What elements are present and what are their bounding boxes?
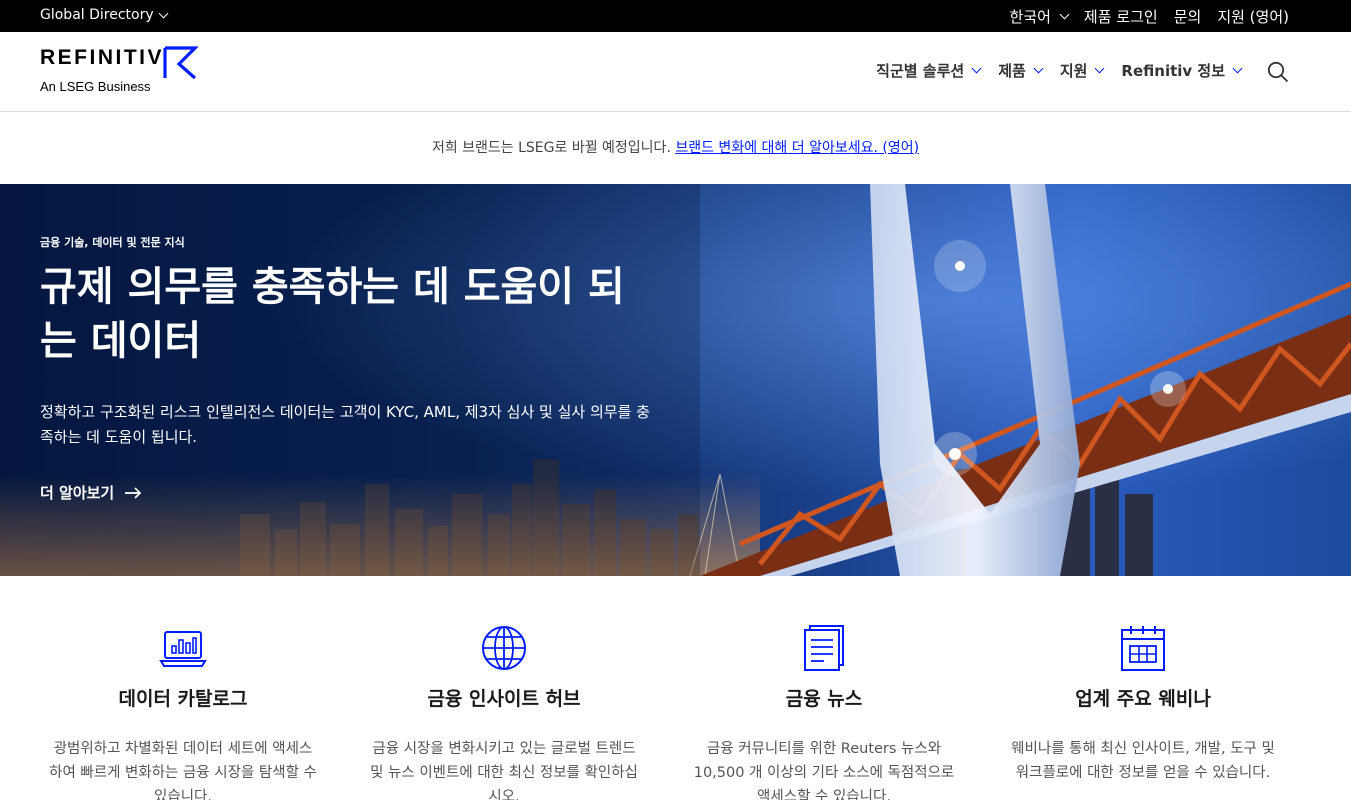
nav-about-refinitiv[interactable]: Refinitiv 정보 [1121, 60, 1243, 81]
refinitiv-logo[interactable]: REFINITIV An LSEG Business [40, 46, 198, 94]
bridge-city-image [0, 184, 1351, 576]
nav-support[interactable]: 지원 [1059, 60, 1105, 81]
feature-text: 웨비나를 통해 최신 인사이트, 개발, 도구 및 워크플로에 대한 정보를 얻… [1011, 741, 1275, 781]
search-icon[interactable] [1267, 61, 1289, 83]
feature-cards: 데이터 카탈로그 광범위하고 차별화된 데이터 세트에 액세스하여 빠르게 변화… [0, 576, 1351, 800]
hero-eyebrow: 금융 기술, 데이터 및 전문 지식 [40, 236, 185, 249]
chevron-down-icon [1033, 63, 1044, 74]
language-selector[interactable]: 한국어 [1009, 6, 1070, 27]
nav-label: 지원 [1059, 62, 1088, 80]
nav-products[interactable]: 제품 [998, 60, 1044, 81]
site-header: REFINITIV An LSEG Business 직군별 솔루션 제품 지원… [0, 32, 1351, 112]
feature-title: 업계 주요 웨비나 [1075, 688, 1211, 710]
arrow-right-icon [125, 486, 142, 499]
feature-data-catalog[interactable]: 데이터 카탈로그 광범위하고 차별화된 데이터 세트에 액세스하여 빠르게 변화… [43, 624, 323, 800]
brand-change-link[interactable]: 브랜드 변화에 대해 더 알아보세요. (영어) [675, 140, 919, 156]
logo-wordmark: REFINITIV [40, 46, 165, 69]
feature-insight-hub[interactable]: 금융 인사이트 허브 금융 시장을 변화시키고 있는 글로벌 트렌드 및 뉴스 … [364, 624, 644, 800]
hero-description: 정확하고 구조화된 리스크 인텔리전스 데이터는 고객이 KYC, AML, 제… [40, 403, 650, 446]
learn-more-label: 더 알아보기 [40, 484, 115, 502]
language-label: 한국어 [1009, 8, 1051, 26]
feature-text: 금융 시장을 변화시키고 있는 글로벌 트렌드 및 뉴스 이벤트에 대한 최신 … [370, 741, 638, 800]
logo-subtitle: An LSEG Business [40, 79, 151, 94]
calendar-icon [1121, 626, 1165, 671]
global-directory-dropdown[interactable]: Global Directory [40, 7, 169, 23]
feature-title: 데이터 카탈로그 [118, 688, 248, 710]
feature-text: 광범위하고 차별화된 데이터 세트에 액세스하여 빠르게 변화하는 금융 시장을… [49, 741, 317, 800]
global-directory-label: Global Directory [40, 7, 154, 23]
chevron-down-icon [971, 63, 982, 74]
feature-webinars[interactable]: 업계 주요 웨비나 웨비나를 통해 최신 인사이트, 개발, 도구 및 워크플로… [1003, 624, 1283, 785]
nav-label: 직군별 솔루션 [876, 62, 965, 80]
feature-text: 금융 커뮤니티를 위한 Reuters 뉴스와 10,500 개 이상의 기타 … [693, 741, 955, 800]
feature-financial-news[interactable]: 금융 뉴스 금융 커뮤니티를 위한 Reuters 뉴스와 10,500 개 이… [684, 624, 964, 800]
utility-bar: Global Directory 한국어 제품 로그인 문의 지원 (영어) [0, 0, 1351, 32]
main-nav: 직군별 솔루션 제품 지원 Refinitiv 정보 [876, 60, 1243, 81]
feature-title: 금융 뉴스 [785, 688, 863, 710]
support-link[interactable]: 지원 (영어) [1217, 6, 1289, 27]
nav-label: Refinitiv 정보 [1121, 62, 1225, 80]
laptop-chart-icon [159, 631, 207, 667]
chevron-down-icon [1094, 63, 1105, 74]
brand-change-notice: 저희 브랜드는 LSEG로 바뀔 예정입니다. 브랜드 변화에 대해 더 알아보… [0, 112, 1351, 184]
learn-more-link[interactable]: 더 알아보기 [40, 482, 142, 503]
notice-text: 저희 브랜드는 LSEG로 바뀔 예정입니다. [431, 140, 676, 156]
chevron-down-icon [158, 8, 169, 18]
nav-solutions-by-role[interactable]: 직군별 솔루션 [876, 60, 982, 81]
chevron-down-icon [1232, 63, 1243, 74]
hero-title: 규제 의무를 충족하는 데 도움이 되는 데이터 [40, 264, 625, 364]
globe-icon [482, 626, 526, 670]
product-login-link[interactable]: 제품 로그인 [1084, 6, 1158, 27]
nav-label: 제품 [998, 62, 1026, 80]
refinitiv-r-mark-icon [163, 46, 198, 80]
utility-links: 한국어 제품 로그인 문의 지원 (영어) [1010, 6, 1289, 27]
news-document-icon [804, 625, 844, 671]
contact-link[interactable]: 문의 [1174, 6, 1202, 27]
hero-banner: 금융 기술, 데이터 및 전문 지식 규제 의무를 충족하는 데 도움이 되는 … [0, 184, 1351, 576]
feature-title: 금융 인사이트 허브 [427, 688, 581, 710]
chevron-down-icon [1059, 9, 1070, 20]
